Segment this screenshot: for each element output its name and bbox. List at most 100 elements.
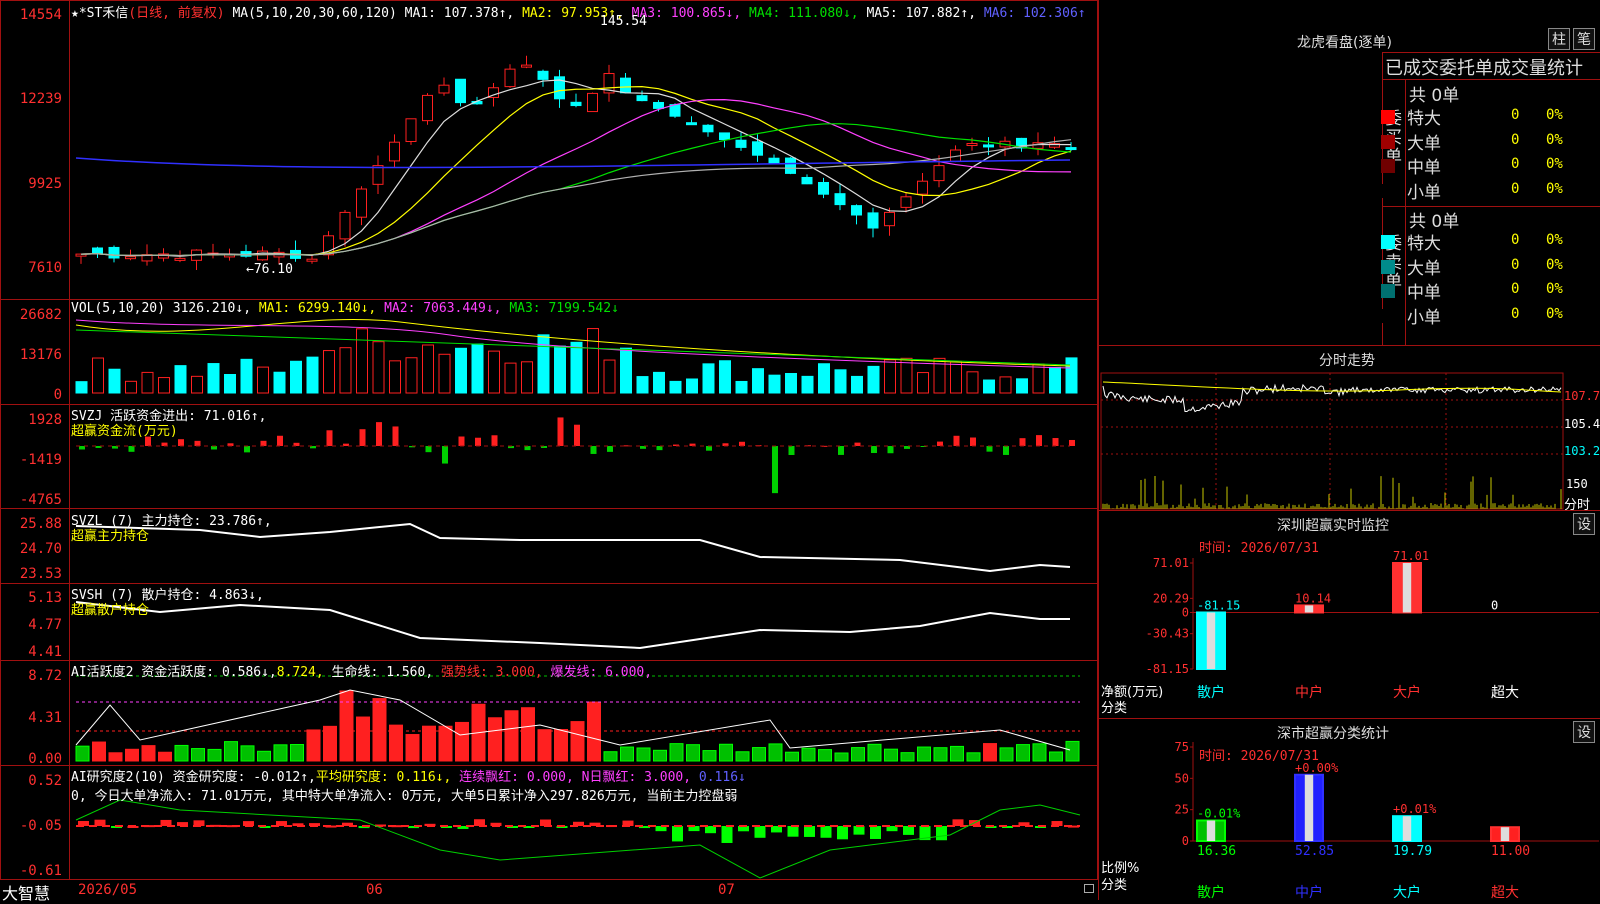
sz-class-panel[interactable]: 深市超赢分类统计 设 时间: 2026/07/31 75 50 25 0 散户 中户 大户超… bbox=[1099, 718, 1600, 901]
ai1-bar bbox=[686, 744, 700, 762]
volume-bar bbox=[983, 379, 995, 394]
candle-body bbox=[884, 211, 895, 227]
category-label: 中户 bbox=[1295, 684, 1323, 701]
volume-bar bbox=[125, 380, 137, 394]
candle-body bbox=[174, 257, 186, 261]
longhu-panel[interactable]: 龙虎看盘(逐单) 柱 笔 已成交委托单成交量统计 委买单 委卖单 共 0单 共 … bbox=[1099, 0, 1600, 346]
candle-body bbox=[570, 101, 582, 107]
ai1-bar bbox=[834, 752, 849, 762]
intraday-chart[interactable] bbox=[1099, 346, 1600, 511]
ai1-bar bbox=[75, 745, 90, 762]
volume-bar bbox=[158, 377, 170, 394]
x-label-may: 2026/05 bbox=[78, 882, 138, 898]
ma-label: MA(5,10,20,30,60,120) bbox=[232, 6, 397, 21]
period-mode[interactable]: (日线, 前复权) bbox=[128, 6, 224, 21]
main-chart-area[interactable]: ★*ST禾信(日线, 前复权) MA(5,10,20,30,60,120) MA… bbox=[0, 0, 1098, 903]
ai1-bar bbox=[488, 717, 502, 762]
class-value-label: 11.00 bbox=[1491, 844, 1530, 859]
vol-ma1: MA1: 6299.140↓, bbox=[258, 301, 377, 316]
volume-bar bbox=[554, 345, 566, 394]
volume-bar bbox=[834, 369, 847, 394]
ai2-ytick-0: 0.52 bbox=[28, 773, 62, 789]
ai2-avg: 平均研究度: 0.116↓, bbox=[315, 770, 452, 785]
volume-bar bbox=[273, 371, 286, 394]
ai1-bar bbox=[290, 744, 304, 762]
sell-row-percent: 0% bbox=[1546, 256, 1563, 273]
svzj-bar bbox=[1069, 439, 1075, 446]
svzj-bar bbox=[458, 436, 465, 446]
svzj-bar bbox=[161, 442, 168, 446]
svzj-bar bbox=[871, 446, 877, 454]
category-label: 中户 bbox=[1295, 884, 1323, 901]
svzj-bar bbox=[838, 446, 844, 455]
buy-row-count: 0 bbox=[1511, 131, 1520, 148]
candle-body bbox=[108, 246, 120, 259]
y-tick-label: 75 bbox=[1175, 740, 1189, 754]
volume-bar bbox=[884, 359, 896, 394]
svzj-bar bbox=[376, 422, 382, 446]
svzj-bar bbox=[178, 439, 184, 446]
sz-monitor-panel[interactable]: 深圳超赢实时监控 设 时间: 2026/07/31 71.01 20.29 0 -30… bbox=[1099, 510, 1600, 719]
volume-bar bbox=[818, 363, 830, 394]
volume-bar bbox=[735, 380, 748, 394]
chart-canvas[interactable] bbox=[0, 0, 1098, 900]
bar-view-button[interactable]: 柱 bbox=[1548, 28, 1570, 50]
ai2-bar bbox=[837, 826, 848, 840]
candle-body bbox=[702, 124, 714, 133]
ai1-bar bbox=[620, 746, 634, 762]
volume-bar bbox=[207, 363, 220, 394]
ai2-bar bbox=[936, 826, 947, 841]
candle-body bbox=[653, 101, 664, 109]
ai1-ytick-0: 8.72 bbox=[28, 668, 62, 684]
candle-body bbox=[504, 68, 516, 88]
lock-icon[interactable] bbox=[1084, 884, 1094, 893]
svzj-bar bbox=[557, 417, 564, 446]
sell-row-count: 0 bbox=[1511, 281, 1520, 297]
ai2-bar bbox=[870, 826, 881, 839]
candle-body bbox=[867, 212, 879, 229]
sell-color-swatch bbox=[1381, 259, 1395, 274]
vol-ytick-0: 26682 bbox=[19, 307, 62, 323]
ai1-bar bbox=[719, 743, 733, 762]
tick-view-button[interactable]: 笔 bbox=[1573, 28, 1595, 50]
ai1-bar bbox=[455, 721, 469, 762]
svzj-bar bbox=[788, 446, 795, 455]
svzj-bar bbox=[986, 446, 993, 452]
bar-highlight bbox=[1500, 827, 1510, 841]
volume-bar bbox=[174, 365, 187, 394]
candle-body bbox=[669, 104, 681, 117]
ai1-bar bbox=[273, 744, 288, 762]
candle-body bbox=[537, 70, 549, 80]
ai2-bar bbox=[903, 826, 914, 835]
sz-monitor-chart[interactable]: 71.0120.290-30.43-81.15-81.15散户10.14中户71… bbox=[1099, 511, 1600, 719]
buy-row-count: 0 bbox=[1511, 180, 1520, 197]
candle-body bbox=[438, 84, 450, 94]
candle-body bbox=[455, 78, 466, 104]
ai1-life: 生命线: 1.560, bbox=[331, 665, 434, 680]
ai1-bar bbox=[125, 748, 139, 762]
ai1-bar bbox=[801, 747, 816, 762]
buy-row-count: 0 bbox=[1511, 107, 1520, 123]
intraday-panel[interactable]: 分时走势 107.7 105.4 103.2 150 分时 bbox=[1099, 345, 1600, 513]
sz-class-chart[interactable]: 75 50 25 0 散户 中户 大户 超大 16.36 -0.01% 52.85 +0.00% 19.… bbox=[1099, 719, 1600, 901]
sell-row-name: 大单 bbox=[1407, 258, 1441, 279]
svzl-ytick-2: 23.53 bbox=[19, 566, 62, 582]
svzl-ytick-1: 24.70 bbox=[19, 541, 62, 557]
svzj-bar bbox=[706, 446, 712, 451]
svsh-line bbox=[75, 601, 1070, 650]
stock-name[interactable]: ★*ST禾信 bbox=[71, 6, 128, 21]
ai1-bar bbox=[669, 743, 684, 762]
kline-header: ★*ST禾信(日线, 前复权) MA(5,10,20,30,60,120) MA… bbox=[71, 2, 1086, 21]
volume-bar bbox=[719, 360, 731, 394]
kline-ytick-0: 14554 bbox=[19, 7, 62, 23]
svzj-bar bbox=[772, 446, 778, 494]
ai1-bar bbox=[92, 741, 106, 762]
sell-row-count: 0 bbox=[1511, 256, 1520, 273]
volume-bar bbox=[240, 358, 253, 394]
buy-color-swatch bbox=[1381, 159, 1395, 173]
volume-bar bbox=[966, 371, 979, 394]
ai1-bar bbox=[1016, 744, 1030, 762]
svzj-bar bbox=[1003, 446, 1009, 455]
bar-highlight bbox=[1304, 774, 1314, 841]
ai2-bar bbox=[804, 826, 815, 837]
